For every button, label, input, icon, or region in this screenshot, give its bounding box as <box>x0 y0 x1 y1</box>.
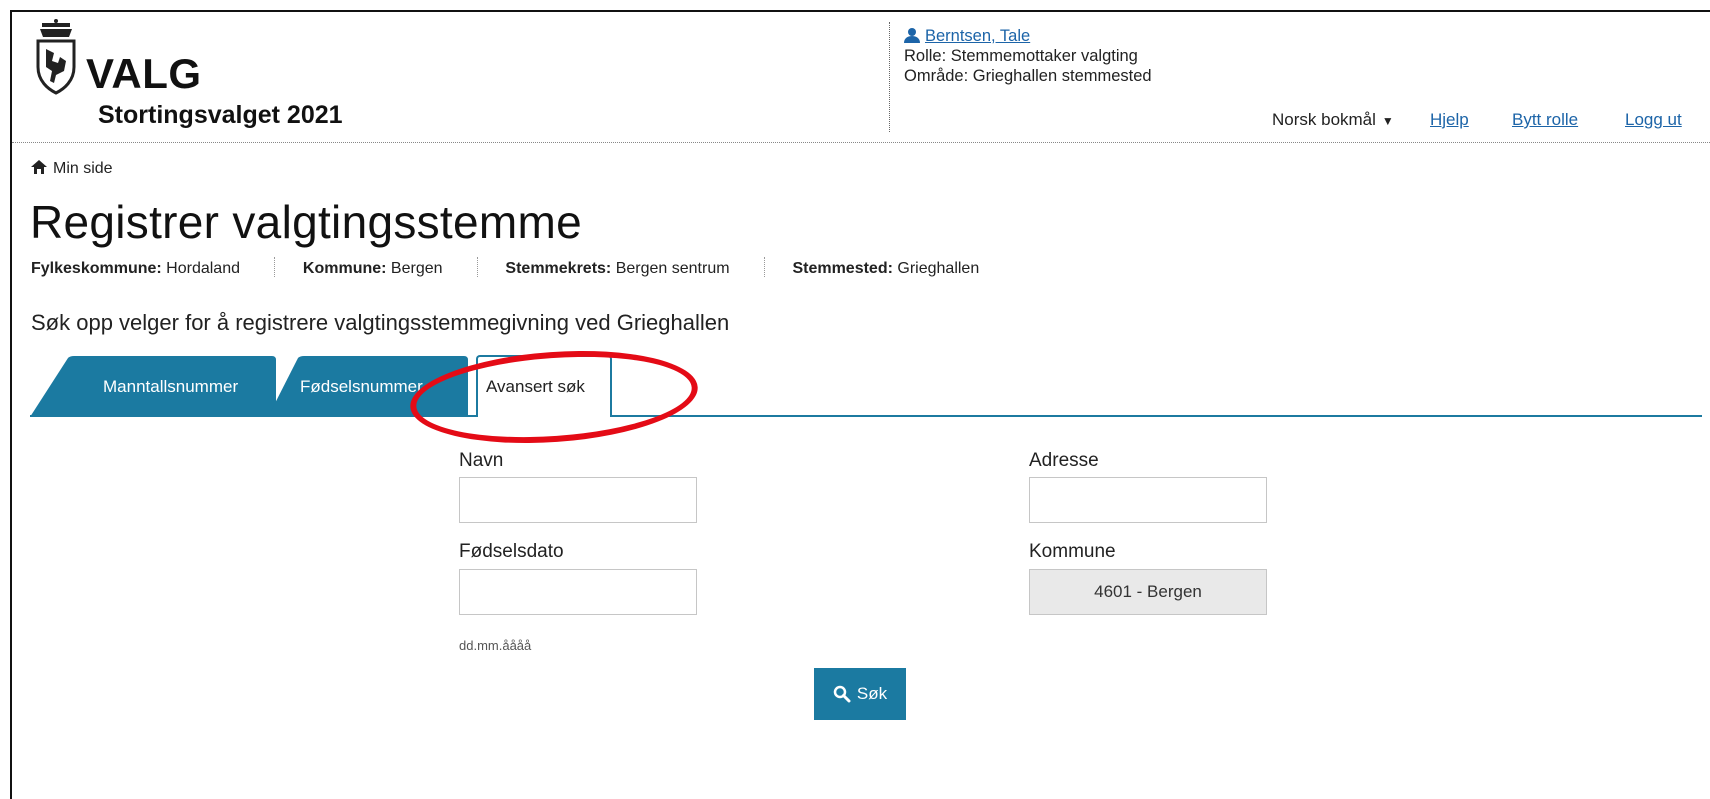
tab-fodselsnummer[interactable]: Fødselsnummer <box>300 377 423 397</box>
meta-district-value: Bergen sentrum <box>615 260 730 277</box>
tab-avansert-sok[interactable]: Avansert søk <box>486 377 585 397</box>
breadcrumb[interactable]: Min side <box>31 160 113 178</box>
language-label: Norsk bokmål <box>1272 110 1376 129</box>
birthdate-hint: dd.mm.åååå <box>459 638 532 653</box>
logout-link[interactable]: Logg ut <box>1625 110 1682 130</box>
tab-underline <box>30 415 1702 417</box>
meta-municipality-value: Bergen <box>390 260 443 277</box>
location-meta: Fylkeskommune: Hordaland Kommune: Bergen… <box>31 257 979 278</box>
meta-district-label: Stemmekrets: <box>505 260 612 277</box>
home-icon <box>31 160 47 174</box>
meta-municipality-label: Kommune: <box>302 260 387 277</box>
help-link[interactable]: Hjelp <box>1430 110 1469 130</box>
user-icon <box>904 28 920 43</box>
meta-county: Fylkeskommune: Hordaland <box>31 260 240 278</box>
address-label: Adresse <box>1029 450 1099 471</box>
user-info: Berntsen, Tale Rolle: Stemmemottaker val… <box>904 26 1152 86</box>
meta-county-value: Hordaland <box>166 260 240 277</box>
election-title: Stortingsvalget 2021 <box>98 101 343 129</box>
search-button[interactable]: Søk <box>814 668 906 720</box>
user-role: Rolle: Stemmemottaker valgting <box>904 47 1138 65</box>
municipality-field <box>1029 569 1267 615</box>
tab-manntallsnummer[interactable]: Manntallsnummer <box>103 377 238 397</box>
name-input[interactable] <box>459 477 697 523</box>
meta-municipality: Kommune: Bergen <box>303 260 443 278</box>
coat-of-arms-icon <box>36 19 76 95</box>
search-button-label: Søk <box>856 684 888 703</box>
user-area: Område: Grieghallen stemmested <box>904 67 1152 85</box>
meta-separator <box>274 257 276 277</box>
municipality-label: Kommune <box>1029 541 1116 562</box>
meta-polling-station: Stemmested: Grieghallen <box>792 260 979 278</box>
header-divider <box>889 22 890 132</box>
name-label: Navn <box>459 450 504 471</box>
page-title: Registrer valgtingsstemme <box>30 196 583 248</box>
meta-county-label: Fylkeskommune: <box>31 260 162 277</box>
caret-down-icon: ▼ <box>1381 114 1394 128</box>
meta-polling-station-value: Grieghallen <box>897 260 980 277</box>
birthdate-label: Fødselsdato <box>459 541 564 562</box>
meta-polling-station-label: Stemmested: <box>792 260 893 277</box>
search-icon <box>833 685 851 703</box>
birthdate-input[interactable] <box>459 569 697 615</box>
switch-role-link[interactable]: Bytt rolle <box>1512 110 1578 130</box>
header-divider-line <box>12 142 1710 143</box>
app-logo-text: VALG <box>86 50 202 97</box>
meta-separator <box>476 257 479 277</box>
active-tab-cover <box>478 414 610 418</box>
language-selector[interactable]: Norsk bokmål ▼ <box>1272 110 1394 130</box>
address-input[interactable] <box>1029 477 1267 523</box>
meta-district: Stemmekrets: Bergen sentrum <box>505 260 729 278</box>
user-name-link[interactable]: Berntsen, Tale <box>925 26 1030 46</box>
instruction-text: Søk opp velger for å registrere valgting… <box>31 310 730 335</box>
meta-separator <box>764 257 766 277</box>
app-header: VALG Stortingsvalget 2021 Berntsen, Tale… <box>12 12 1710 143</box>
breadcrumb-home[interactable]: Min side <box>53 160 113 177</box>
